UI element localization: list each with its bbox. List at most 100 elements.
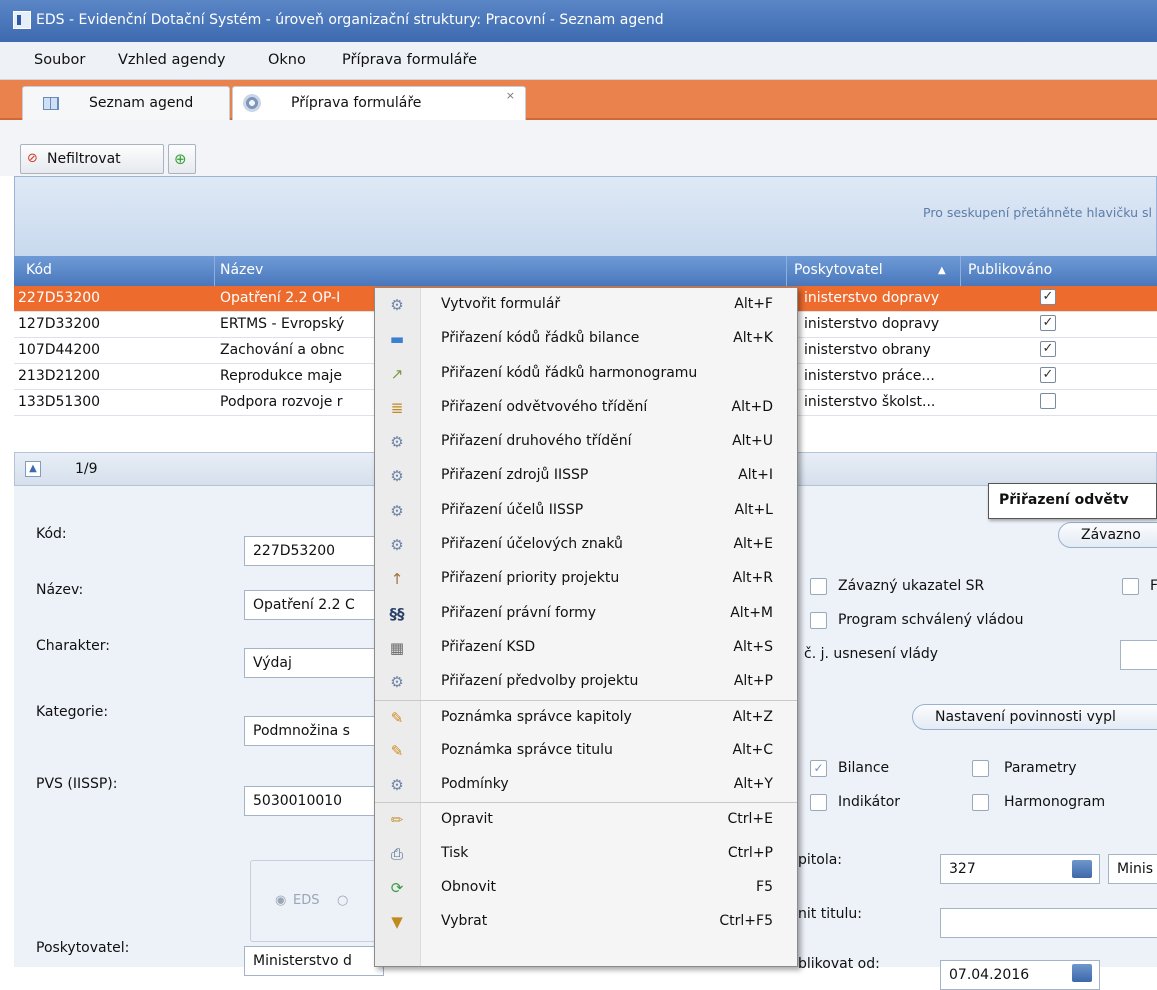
limit-titulu-field[interactable] bbox=[940, 908, 1157, 938]
col-publikovano[interactable]: Publikováno bbox=[968, 262, 1052, 278]
source-group: ◉ EDS ○ bbox=[250, 860, 390, 942]
menu-item-shortcut: Alt+M bbox=[730, 604, 773, 621]
app-icon bbox=[13, 11, 31, 29]
poskytovatel-field[interactable]: Ministerstvo d bbox=[244, 946, 384, 976]
group-by-area[interactable]: Pro seskupení přetáhněte hlavičku sl bbox=[14, 176, 1157, 256]
col-nazev[interactable]: Název bbox=[220, 262, 263, 278]
menu-soubor[interactable]: Soubor bbox=[34, 52, 85, 68]
grid-header: Kód Název Poskytovatel ▲ Publikováno bbox=[14, 256, 1157, 286]
menu-item-shortcut: Alt+R bbox=[732, 570, 773, 587]
tab-priprava-formulare[interactable]: Příprava formuláře × bbox=[232, 86, 526, 120]
menu-priprava-formulare[interactable]: Příprava formuláře bbox=[342, 52, 477, 68]
radio-other-icon[interactable]: ○ bbox=[337, 893, 348, 908]
extra-checkbox[interactable] bbox=[1122, 578, 1139, 595]
published-checkbox[interactable]: ✓ bbox=[1040, 341, 1056, 357]
cell-poskytovatel: inisterstvo školst... bbox=[804, 394, 936, 410]
priority-icon: ↑ bbox=[390, 570, 404, 589]
nazev-field[interactable]: Opatření 2.2 C bbox=[244, 590, 384, 620]
cell-nazev: Reprodukce maje bbox=[220, 368, 342, 384]
published-checkbox[interactable]: ✓ bbox=[1040, 367, 1056, 383]
published-checkbox[interactable]: ✓ bbox=[1040, 289, 1056, 305]
unfilter-button[interactable]: ⊘ Nefiltrovat bbox=[20, 144, 164, 174]
cell-nazev: Zachování a obnc bbox=[220, 342, 345, 358]
cell-poskytovatel: inisterstvo dopravy bbox=[804, 316, 940, 332]
refresh-icon: ⟳ bbox=[390, 879, 404, 898]
tab-label: Příprava formuláře bbox=[291, 95, 422, 111]
menu-item-shortcut: Alt+F bbox=[734, 296, 773, 312]
menu-item-label: Přiřazení předvolby projektu bbox=[441, 673, 639, 690]
menu-vzhled-agendy[interactable]: Vzhled agendy bbox=[118, 52, 225, 68]
context-menu: ⚙ Vytvořit formulář Alt+F ▬ Přiřazení kódů ř… bbox=[374, 287, 798, 967]
indikator-checkbox[interactable] bbox=[810, 794, 827, 811]
menu-item-prirazeni-zdroju-iissp[interactable]: ⚙ Přiřazení zdrojů IISSP Alt+I bbox=[375, 459, 797, 493]
close-icon[interactable]: × bbox=[506, 89, 515, 102]
menu-item-prirazeni-odvetvoveho-trideni[interactable]: ≣ Přiřazení odvětvového třídění Alt+D bbox=[375, 391, 797, 425]
menu-item-vybrat[interactable]: ▼ Vybrat Ctrl+F5 bbox=[375, 905, 797, 939]
menu-item-prirazeni-ksd[interactable]: ▦ Přiřazení KSD Alt+S bbox=[375, 631, 797, 665]
menu-item-podminky[interactable]: ⚙ Podmínky Alt+Y bbox=[375, 768, 797, 802]
published-checkbox[interactable] bbox=[1040, 393, 1056, 409]
menu-item-label: Přiřazení kódů řádků bilance bbox=[441, 330, 640, 347]
tab-seznam-agend[interactable]: Seznam agend bbox=[22, 86, 230, 120]
pvs-field[interactable]: 5030010010 bbox=[244, 786, 384, 816]
kod-field[interactable]: 227D53200 bbox=[244, 536, 384, 566]
harmonogram-checkbox[interactable] bbox=[972, 794, 989, 811]
menu-item-prirazeni-druhoveho-trideni[interactable]: ⚙ Přiřazení druhového třídění Alt+U bbox=[375, 425, 797, 459]
menu-item-prirazeni-predvolby-projektu[interactable]: ⚙ Přiřazení předvolby projektu Alt+P bbox=[375, 665, 797, 699]
menu-item-poznamka-spravce-titulu[interactable]: ✎ Poznámka správce titulu Alt+C bbox=[375, 734, 797, 768]
menu-item-shortcut: Alt+Z bbox=[732, 708, 773, 725]
menu-item-prirazeni-ucelovych-znaku[interactable]: ⚙ Přiřazení účelových znaků Alt+E bbox=[375, 528, 797, 562]
cj-usneseni-field[interactable] bbox=[1120, 640, 1157, 670]
cell-nazev: ERTMS - Evropský bbox=[220, 316, 345, 332]
parametry-checkbox[interactable] bbox=[972, 760, 989, 777]
col-poskytovatel[interactable]: Poskytovatel bbox=[794, 262, 883, 278]
chart-icon: ↗ bbox=[390, 364, 404, 383]
menu-item-shortcut: Alt+L bbox=[734, 501, 774, 518]
published-checkbox[interactable]: ✓ bbox=[1040, 315, 1056, 331]
cell-nazev: Podpora rozvoje r bbox=[220, 394, 343, 410]
program-schvaleny-checkbox[interactable] bbox=[810, 612, 827, 629]
page-up-icon[interactable]: ▲ bbox=[25, 461, 41, 477]
parametry-label: Parametry bbox=[1004, 760, 1077, 776]
window-title: EDS - Evidenční Dotační Systém - úroveň … bbox=[36, 12, 664, 28]
menu-item-shortcut: Alt+U bbox=[732, 433, 773, 450]
menu-item-prirazeni-pravni-formy[interactable]: §§ Přiřazení právní formy Alt+M bbox=[375, 597, 797, 631]
title-bar: EDS - Evidenční Dotační Systém - úroveň … bbox=[0, 0, 1157, 42]
menu-item-opravit[interactable]: ✏ Opravit Ctrl+E bbox=[375, 802, 797, 836]
menu-item-shortcut: Alt+E bbox=[733, 536, 773, 553]
gear-icon: ⚙ bbox=[390, 433, 404, 452]
cell-poskytovatel: inisterstvo práce... bbox=[804, 368, 935, 384]
bilance-checkbox[interactable]: ✓ bbox=[810, 760, 827, 777]
menu-item-prirazeni-kodu-radku-bilance[interactable]: ▬ Přiřazení kódů řádků bilance Alt+K bbox=[375, 322, 797, 356]
printer-icon: ⎙ bbox=[390, 844, 403, 863]
menu-item-prirazeni-ucelu-iissp[interactable]: ⚙ Přiřazení účelů IISSP Alt+L bbox=[375, 494, 797, 528]
menu-item-poznamka-spravce-kapitoly[interactable]: ✎ Poznámka správce kapitoly Alt+Z bbox=[375, 699, 797, 734]
add-filter-button[interactable]: ⊕ bbox=[168, 144, 196, 174]
kategorie-field[interactable]: Podmnožina s bbox=[244, 716, 384, 746]
menu-item-shortcut: Alt+Y bbox=[733, 776, 773, 793]
menu-item-tisk[interactable]: ⎙ Tisk Ctrl+P bbox=[375, 837, 797, 871]
menu-item-vytvorit-formular[interactable]: ⚙ Vytvořit formulář Alt+F bbox=[375, 288, 797, 322]
kapitola-name-field[interactable]: Minis bbox=[1108, 854, 1157, 884]
menu-item-shortcut: Ctrl+P bbox=[727, 844, 773, 861]
charakter-field[interactable]: Výdaj bbox=[244, 648, 384, 678]
toolbar: ⊘ Nefiltrovat ⊕ bbox=[0, 140, 1157, 176]
nastaveni-povinnosti-button[interactable]: Nastavení povinnosti vypl bbox=[912, 704, 1157, 730]
zavazny-ukazatel-checkbox[interactable] bbox=[810, 578, 827, 595]
menu-item-prirazeni-priority-projektu[interactable]: ↑ Přiřazení priority projektu Alt+R bbox=[375, 562, 797, 596]
menu-item-shortcut: Ctrl+F5 bbox=[719, 913, 773, 930]
menu-item-obnovit[interactable]: ⟳ Obnovit F5 bbox=[375, 871, 797, 905]
grid-icon bbox=[43, 97, 59, 110]
gear-icon: ⚙ bbox=[390, 673, 404, 692]
gear-icon: ⚙ bbox=[390, 501, 404, 520]
cell-poskytovatel: inisterstvo obrany bbox=[804, 342, 931, 358]
radio-eds-icon[interactable]: ◉ bbox=[275, 893, 286, 908]
group-hint: Pro seskupení přetáhněte hlavičku sl bbox=[923, 205, 1152, 220]
kapitola-dropdown-icon[interactable] bbox=[1072, 860, 1092, 878]
odvetvove-popup: Přiřazení odvětv bbox=[988, 483, 1157, 519]
menu-item-prirazeni-kodu-radku-harmonogramu[interactable]: ↗ Přiřazení kódů řádků harmonogramu bbox=[375, 357, 797, 391]
menu-okno[interactable]: Okno bbox=[268, 52, 306, 68]
cell-kod: 227D53200 bbox=[18, 290, 101, 306]
col-kod[interactable]: Kód bbox=[26, 262, 52, 278]
zavazno-button[interactable]: Závazno bbox=[1058, 522, 1157, 548]
